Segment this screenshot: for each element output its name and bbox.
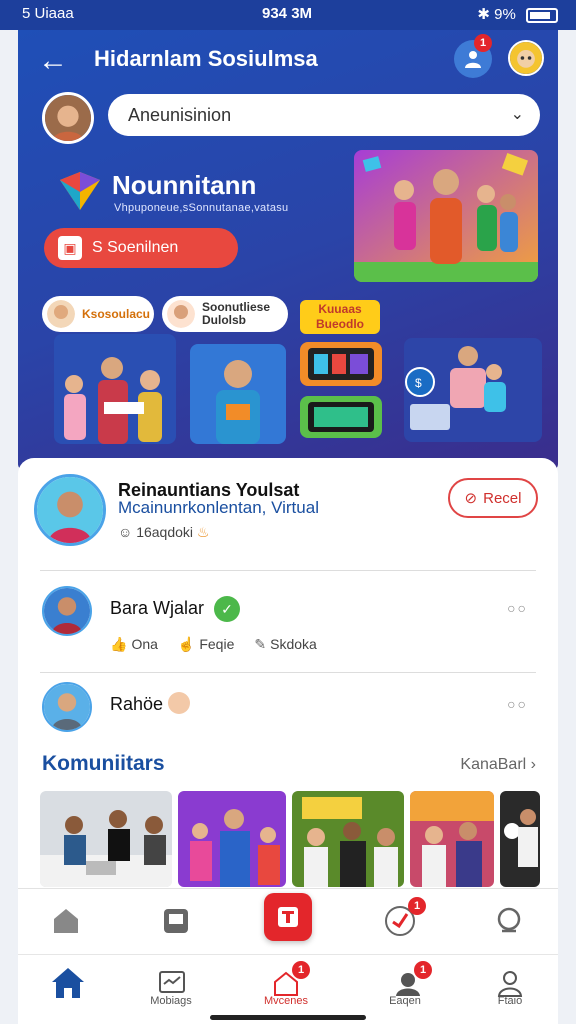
tab-messages-label[interactable]: Mobiags bbox=[131, 995, 211, 1007]
battery-percent: 9% bbox=[494, 6, 516, 23]
hero-image-learning[interactable]: $ bbox=[404, 338, 542, 442]
status-indicators: ✱ 9% bbox=[477, 5, 558, 23]
brand-name: Nounnitann bbox=[112, 170, 257, 200]
carrier-label: 5 Uiaaa bbox=[22, 5, 74, 22]
see-all-link[interactable]: KanaBarl › bbox=[460, 756, 536, 774]
thumb-up-outline-icon: ☝ bbox=[177, 636, 196, 652]
nav-top-row: 1 bbox=[18, 889, 558, 955]
battery-icon bbox=[526, 7, 558, 23]
brand-logo bbox=[60, 172, 100, 210]
hero-banner: ← Hidarnlam Sosiulmsa 1 Aneunisinion ⌄ N… bbox=[18, 30, 558, 470]
emoji-icon: ☺ bbox=[118, 524, 133, 540]
post-actions: 👍 Ona ☝ Feqie ✎ Skdoka bbox=[110, 636, 317, 653]
home-indicator bbox=[210, 1015, 366, 1020]
pill-label-2: Soonutliese Dulolsb bbox=[202, 300, 271, 327]
tab-events-label[interactable]: Mvcenes bbox=[246, 995, 326, 1007]
brand-tagline: Vhpuponeue,sSonnutanae,vatasu bbox=[114, 202, 289, 214]
notification-badge: 1 bbox=[474, 34, 492, 52]
promo-tag[interactable]: Kuuaas Bueodlo bbox=[300, 300, 380, 334]
page-title: Hidarnlam Sosiulmsa bbox=[94, 46, 318, 71]
hero-image-device[interactable] bbox=[300, 396, 382, 438]
user-avatar[interactable] bbox=[42, 92, 94, 144]
notifications-badge: 1 bbox=[408, 897, 426, 915]
user-add-icon[interactable]: 1 bbox=[454, 34, 492, 78]
share-label: Skdoka bbox=[270, 636, 317, 652]
pill-avatar bbox=[47, 300, 75, 328]
pill-label-1: Ksosoulacu bbox=[82, 306, 151, 321]
primary-cta-button[interactable]: ▣ S Soenilnen bbox=[44, 228, 238, 268]
bottom-nav: 1 Mobiags 1 Mvcenes 1 Eaqen Ftaio bbox=[18, 888, 558, 1024]
clock: 934 3M bbox=[262, 5, 313, 22]
location-select[interactable]: Aneunisinion ⌄ bbox=[108, 94, 540, 136]
community-thumb-1[interactable] bbox=[40, 791, 172, 887]
featured-subtitle: Mcainunrkonlentan, Virtual bbox=[118, 498, 319, 517]
like-label: Ona bbox=[131, 636, 158, 652]
chevron-right-icon: › bbox=[530, 756, 536, 773]
back-arrow-icon[interactable]: ← bbox=[38, 44, 68, 78]
divider bbox=[40, 570, 536, 571]
post-author-1[interactable]: Bara Wjalar bbox=[110, 598, 204, 619]
section-title: Komuniitars bbox=[42, 752, 165, 775]
hero-image-person[interactable] bbox=[190, 344, 286, 444]
calendar-icon: ▣ bbox=[58, 236, 82, 260]
document-icon[interactable] bbox=[156, 901, 196, 941]
post-avatar-1[interactable] bbox=[42, 586, 92, 636]
smile-icon bbox=[168, 692, 190, 714]
create-post-icon[interactable] bbox=[264, 893, 312, 941]
post-avatar-2[interactable] bbox=[42, 682, 92, 732]
tab-home-icon[interactable] bbox=[48, 963, 88, 1003]
more-options-icon[interactable]: ○○ bbox=[507, 696, 528, 712]
content-sheet: Reinauntians Youlsat Mcainunrkonlentan, … bbox=[18, 458, 558, 888]
flame-icon: ♨ bbox=[196, 524, 210, 540]
share-icon: ✎ bbox=[254, 636, 267, 652]
bluetooth-icon: ✱ bbox=[477, 6, 490, 23]
divider bbox=[40, 672, 536, 673]
community-thumb-3[interactable] bbox=[292, 791, 404, 887]
like-action[interactable]: 👍 Ona bbox=[110, 636, 158, 653]
community-thumb-4[interactable] bbox=[410, 791, 494, 887]
cta-label: S Soenilnen bbox=[92, 239, 179, 256]
tab-groups-label[interactable]: Eaqen bbox=[365, 995, 445, 1007]
report-button-label: Recel bbox=[483, 489, 522, 507]
verified-icon: ✓ bbox=[214, 596, 240, 622]
hero-image-family[interactable] bbox=[54, 334, 176, 444]
reply-label: Feqie bbox=[199, 636, 235, 652]
share-action[interactable]: ✎ Skdoka bbox=[254, 636, 316, 653]
svg-text:$: $ bbox=[415, 376, 422, 390]
status-bar: 5 Uiaaa 934 3M ✱ 9% bbox=[0, 0, 576, 30]
tab-groups-badge: 1 bbox=[414, 961, 432, 979]
home-outline-icon[interactable] bbox=[46, 901, 86, 941]
thumb-up-icon: 👍 bbox=[110, 636, 128, 652]
featured-meta-text: 16aqdoki bbox=[136, 524, 194, 540]
reply-action[interactable]: ☝ Feqie bbox=[178, 636, 234, 653]
see-all-label: KanaBarl bbox=[460, 756, 527, 773]
category-pill-1[interactable]: Ksosoulacu bbox=[42, 296, 154, 332]
profile-avatar[interactable] bbox=[508, 40, 544, 76]
more-options-icon[interactable]: ○○ bbox=[507, 600, 528, 616]
search-icon[interactable] bbox=[490, 901, 530, 941]
location-select-value: Aneunisinion bbox=[128, 104, 232, 125]
pill-avatar bbox=[167, 300, 195, 328]
hero-image-tablet[interactable] bbox=[300, 342, 382, 386]
post-author-2[interactable]: Rahöe bbox=[110, 694, 163, 715]
community-thumb-5[interactable] bbox=[500, 791, 540, 887]
community-thumb-2[interactable] bbox=[178, 791, 286, 887]
featured-avatar[interactable] bbox=[34, 474, 106, 546]
tag-icon: ⊘ bbox=[464, 490, 478, 507]
tab-events-badge: 1 bbox=[292, 961, 310, 979]
category-pill-2[interactable]: Soonutliese Dulolsb bbox=[162, 296, 288, 332]
chevron-down-icon: ⌄ bbox=[510, 106, 524, 123]
hero-feature-image[interactable] bbox=[354, 150, 538, 282]
tab-profile-label[interactable]: Ftaio bbox=[470, 995, 550, 1007]
report-button[interactable]: ⊘ Recel bbox=[448, 478, 538, 518]
featured-meta: ☺ 16aqdoki ♨ bbox=[118, 524, 209, 541]
notifications-icon[interactable]: 1 bbox=[380, 897, 426, 941]
